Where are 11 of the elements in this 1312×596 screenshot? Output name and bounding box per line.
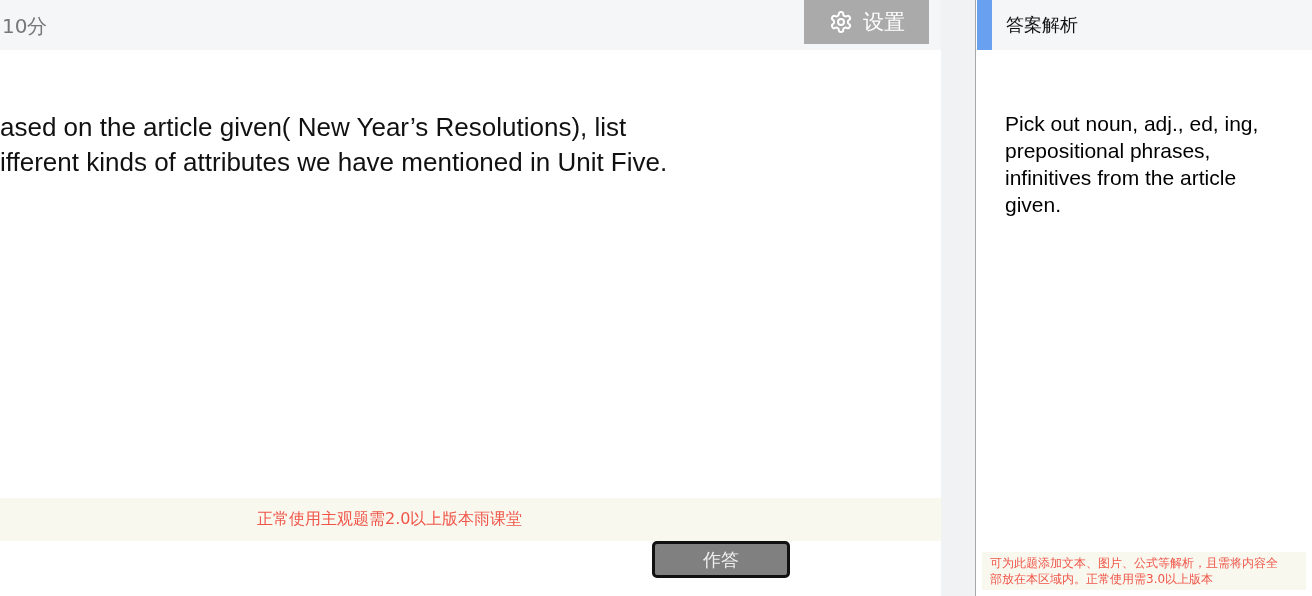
- question-text: ased on the article given( New Year’s Resolutions), list: [0, 111, 628, 144]
- question-text: ifferent kinds of attributes we have mentioned in Unit Five.: [0, 146, 669, 179]
- notice-text: 正常使用主观题需2.0以上版本雨课堂: [257, 509, 523, 530]
- analysis-text: Pick out noun, adj., ed, ing, prepositional phrases, infinitives from the article given.: [1005, 111, 1260, 218]
- panel-title: 答案解析: [1006, 13, 1078, 37]
- notice-text: 可为此题添加文本、图片、公式等解析，且需将内容全部放在本区域内。正常使用需3.0以上版本: [982, 552, 1306, 590]
- settings-icon: [828, 10, 853, 34]
- answer-button[interactable]: 作答: [652, 541, 790, 578]
- settings-button[interactable]: 设置: [804, 0, 929, 44]
- score-text: 10分: [2, 13, 48, 40]
- accent-bar: [977, 0, 992, 50]
